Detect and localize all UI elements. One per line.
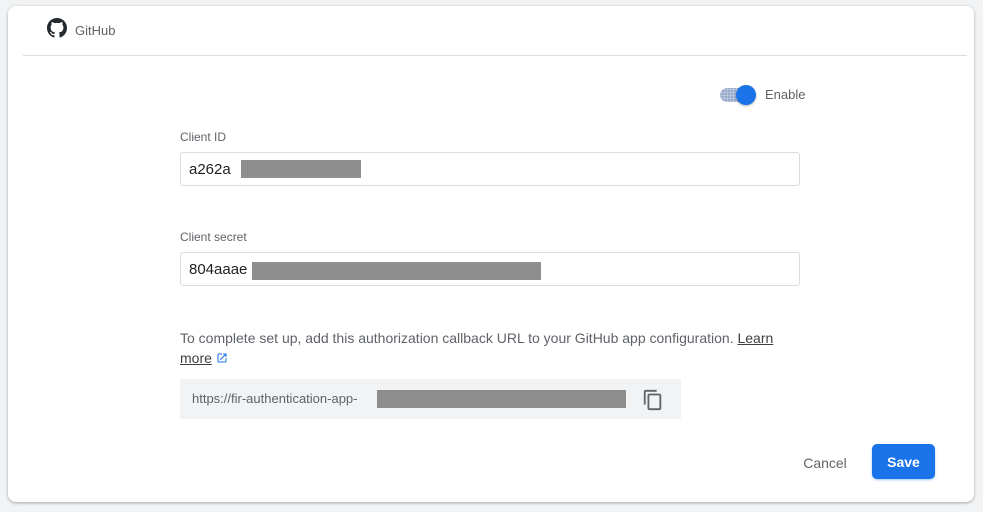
- toggle-label: Enable: [765, 87, 806, 102]
- enable-toggle[interactable]: Enable: [720, 84, 806, 105]
- provider-title: GitHub: [75, 23, 116, 38]
- more-link-text[interactable]: more: [180, 350, 212, 366]
- callback-url: https://fir-authentication-app-: [192, 391, 358, 406]
- copy-icon[interactable]: [642, 388, 664, 412]
- cancel-button[interactable]: Cancel: [789, 446, 861, 480]
- save-button[interactable]: Save: [872, 444, 935, 479]
- client-id-redaction: [241, 160, 361, 178]
- card-header: GitHub: [23, 6, 967, 56]
- callback-info-text: To complete set up, add this authorizati…: [180, 330, 734, 346]
- github-provider-card: GitHub Enable Client ID Client secret To…: [8, 6, 974, 502]
- callback-url-redaction: [377, 390, 626, 408]
- external-link-icon[interactable]: [216, 352, 228, 364]
- toggle-knob[interactable]: [736, 84, 756, 105]
- callback-url-box: https://fir-authentication-app-: [180, 379, 681, 419]
- client-secret-label: Client secret: [180, 230, 247, 244]
- client-id-label: Client ID: [180, 130, 227, 144]
- toggle-track[interactable]: [720, 84, 756, 105]
- callback-info: To complete set up, add this authorizati…: [180, 328, 800, 368]
- learn-link-text[interactable]: Learn: [737, 330, 773, 346]
- github-icon: [47, 18, 67, 38]
- client-secret-redaction: [252, 262, 541, 280]
